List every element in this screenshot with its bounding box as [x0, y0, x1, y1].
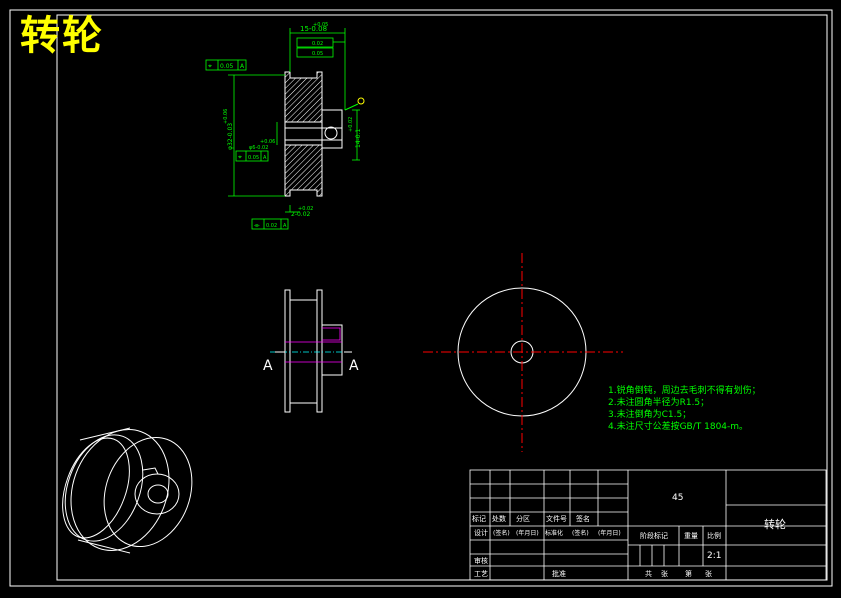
tb-weight: 重量: [684, 532, 698, 540]
dim-diameter-tol: +0.06: [223, 109, 229, 124]
note-4: 4.未注尺寸公差按GB/T 1804-m。: [608, 420, 748, 432]
dim-bore-tol: +0.06: [260, 139, 275, 145]
dim-height-tol: +0.02: [348, 117, 354, 132]
side-view: [284, 289, 343, 413]
dim-symmetry-datum: A: [283, 223, 287, 229]
dim-perp: 0.02: [312, 41, 323, 47]
tb-standardize: 标准化: [545, 529, 563, 537]
title-block-text: 45 转轮 标记 处数 分区 文件号 签名 设计 (签名) (年月日) 标准化 …: [472, 493, 786, 578]
tb-part-name: 转轮: [764, 517, 786, 531]
tb-review: 审核: [474, 556, 488, 565]
tb-mark: 标记: [472, 514, 486, 523]
tb-scale: 2:1: [707, 551, 721, 561]
drawing-title: 转轮: [20, 13, 104, 59]
section-label-right: A: [349, 358, 359, 374]
drawing-canvas: 15-0.08 +0.05 0.02 0.05 ⌖ 0.05 A φ32-0.0…: [9, 9, 833, 587]
datum-leader: [344, 103, 359, 111]
tb-sign1: (签名): [493, 529, 510, 537]
dim-top-width-tol: +0.05: [313, 22, 328, 28]
dim-symmetry: 0.02: [266, 223, 277, 229]
tb-design: 设计: [474, 528, 488, 537]
front-view: [423, 253, 623, 452]
fcf-bore-symbol: ⌖: [238, 153, 242, 161]
section-label-left: A: [263, 358, 273, 374]
tb-doc-no: 文件号: [546, 514, 567, 523]
dim-bore: φ6-0.02: [249, 145, 268, 151]
drawing-sheet: 15-0.08 +0.05 0.02 0.05 ⌖ 0.05 A φ32-0.0…: [0, 0, 841, 594]
note-1: 1.锐角倒钝，周边去毛刺不得有划伤；: [608, 384, 761, 396]
fcf-flatness-symbol: ⌖: [208, 62, 212, 70]
side-hidden: [285, 327, 342, 363]
dim-par: 0.05: [312, 51, 323, 57]
upper-hatch: [284, 71, 323, 123]
tb-date2: (年月日): [598, 529, 621, 537]
note-3: 3.未注倒角为C1.5；: [608, 408, 691, 420]
tb-stage-mark: 阶段标记: [640, 531, 668, 540]
hub-bore: [284, 121, 323, 146]
outer-border: [9, 9, 833, 587]
tb-sign2: (签名): [572, 529, 589, 537]
dim-bore-conc: 0.05: [248, 155, 259, 161]
tb-material: 45: [672, 493, 683, 503]
isometric-view: [62, 427, 193, 554]
tb-sheet: 张: [661, 569, 668, 578]
tb-page-sheet: 张: [705, 569, 712, 578]
datum-marker: [357, 97, 365, 105]
dim-height: 14-0.1: [355, 128, 362, 148]
lower-hatch: [284, 144, 323, 197]
tb-count: 处数: [492, 514, 506, 523]
tb-zone: 分区: [516, 514, 530, 523]
set-screw-hole: [324, 126, 338, 140]
tb-sign: 签名: [576, 514, 590, 523]
hub-extension: [321, 109, 343, 149]
tb-page: 第: [685, 569, 692, 578]
tb-date1: (年月日): [516, 529, 539, 537]
dim-diameter: φ32-0.03: [227, 123, 234, 150]
tb-process: 工艺: [474, 570, 488, 578]
note-2: 2.未注圆角半径为R1.5；: [608, 396, 709, 408]
inner-border: [56, 14, 828, 581]
fcf-symmetry-symbol: ⌯: [254, 221, 260, 229]
dim-flatness: 0.05: [220, 63, 234, 70]
section-view: [284, 71, 343, 197]
dim-bottom-small-tol: +0.02: [298, 206, 313, 212]
dim-bore-datum: A: [263, 155, 267, 161]
tb-scale-label: 比例: [707, 531, 721, 540]
tb-total: 共: [645, 569, 652, 578]
dim-bottom-small: 2-0.02: [291, 211, 311, 218]
notes: 1.锐角倒钝，周边去毛刺不得有划伤； 2.未注圆角半径为R1.5； 3.未注倒角…: [608, 384, 761, 432]
dim-flatness-datum: A: [240, 63, 245, 70]
tb-approve: 批准: [552, 569, 566, 578]
section-markers: A A: [263, 351, 359, 374]
